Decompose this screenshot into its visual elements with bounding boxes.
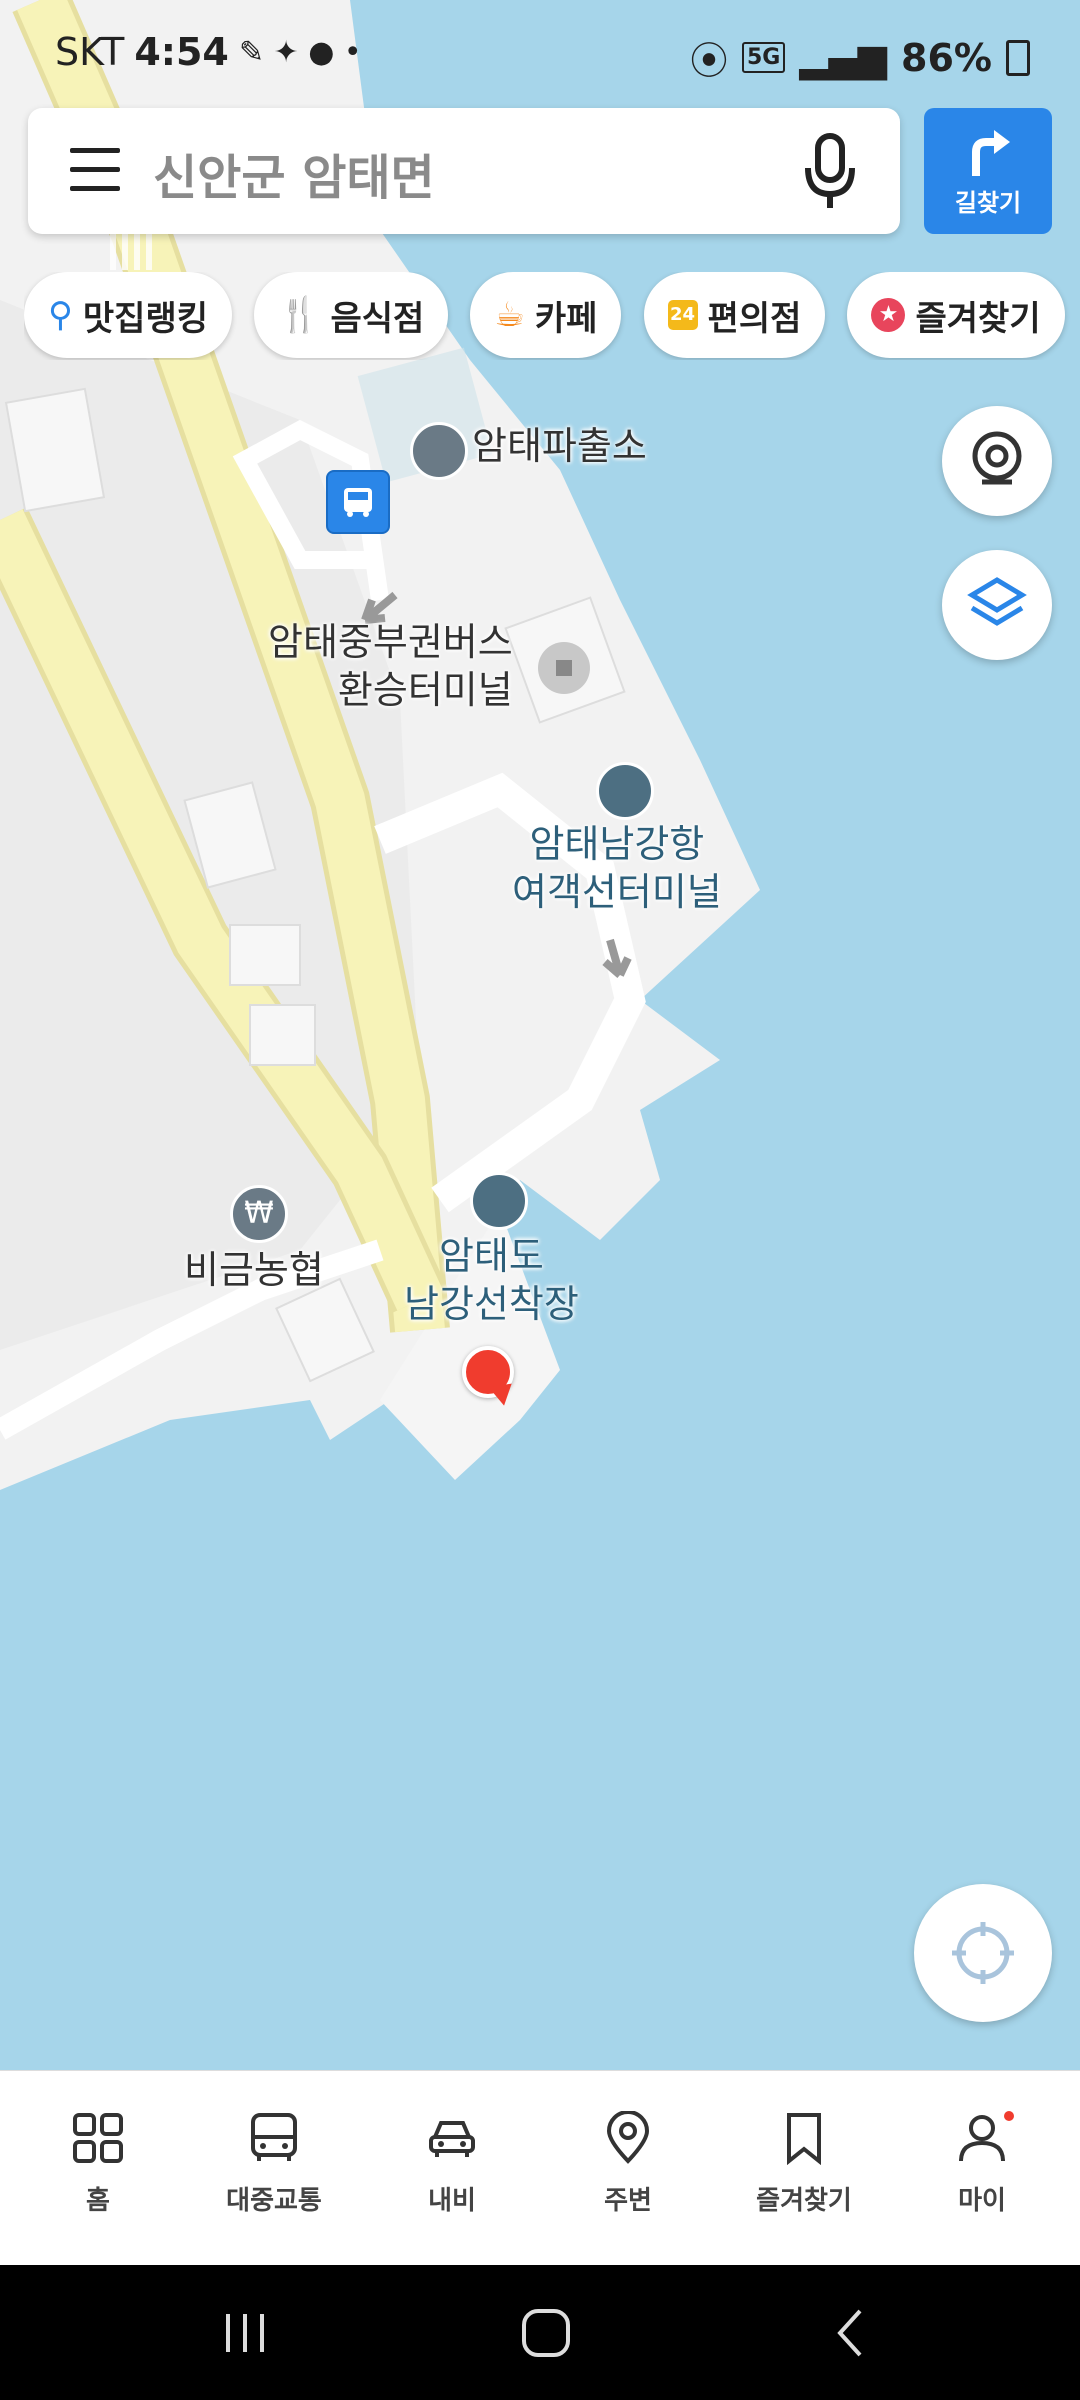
system-navigation-bar	[0, 2265, 1080, 2400]
status-bar: SKT 4:54 ✎ ✦ ● • ⦿ 5G ▂▄▆ 86%	[0, 0, 1080, 100]
search-bar[interactable]: 신안군 암태면	[28, 108, 900, 234]
restaurant-icon: 🍴	[278, 295, 321, 335]
map-label-bank[interactable]: 비금농협	[184, 1246, 324, 1294]
bus-stop-icon[interactable]	[326, 470, 390, 534]
nav-navigation-label: 내비	[428, 2186, 476, 2216]
nav-favorites[interactable]: 즐겨찾기	[734, 2111, 874, 2217]
location-status-icon: ⦿	[689, 39, 728, 83]
nav-nearby[interactable]: 주변	[558, 2110, 698, 2217]
chip-restaurant-ranking[interactable]: ⚲ 맛집랭킹	[24, 272, 233, 358]
layers-button[interactable]	[942, 550, 1052, 660]
notification-icons: ✎ ✦ ● •	[238, 34, 362, 70]
directions-label: 길찾기	[954, 189, 1022, 217]
chip-label: 맛집랭킹	[82, 298, 209, 339]
dock-line2: 남강선착장	[404, 1282, 579, 1326]
ferry-terminal-line1: 암태남강항	[529, 822, 705, 866]
bus-icon	[251, 2113, 297, 2161]
police-poi-icon[interactable]	[410, 422, 468, 480]
notification-dot	[1004, 2111, 1014, 2121]
ferry-terminal-line2: 여객선터미널	[512, 870, 722, 914]
person-icon	[959, 2115, 1005, 2162]
dock-poi-icon[interactable]	[470, 1172, 528, 1230]
nav-nearby-label: 주변	[604, 2186, 652, 2216]
street-view-button[interactable]	[942, 406, 1052, 516]
bus-terminal-line2: 환승터미널	[337, 668, 513, 712]
chip-cafe[interactable]: ☕ 카페	[470, 272, 622, 358]
nav-home[interactable]: 홈	[28, 2111, 168, 2217]
turn-right-arrow-icon	[972, 130, 1010, 176]
carrier: SKT	[55, 30, 125, 74]
nav-home-label: 홈	[86, 2186, 110, 2216]
microphone-icon[interactable]	[800, 132, 860, 212]
nav-my-label: 마이	[958, 2186, 1006, 2216]
terminal-poi-icon[interactable]	[538, 642, 590, 694]
menu-icon[interactable]	[70, 148, 120, 192]
back-icon[interactable]	[830, 2307, 870, 2359]
nav-transit[interactable]: 대중교통	[204, 2111, 344, 2217]
battery-percent: 86%	[901, 35, 992, 80]
car-icon	[429, 2121, 475, 2157]
my-location-button[interactable]	[914, 1884, 1052, 2022]
battery-icon	[1006, 39, 1030, 76]
ferry-poi-icon[interactable]	[596, 762, 654, 820]
chip-label: 즐겨찾기	[915, 298, 1041, 339]
map-pin-rank-icon: ⚲	[48, 295, 73, 335]
crosshair-icon	[952, 1922, 1014, 1984]
bookmark-icon	[787, 2113, 821, 2166]
bottom-navigation: 홈 대중교통 내비 주변 즐겨찾기 마이	[0, 2070, 1080, 2266]
nav-transit-label: 대중교통	[226, 2186, 322, 2216]
home-grid-icon	[73, 2113, 123, 2163]
clock: 4:54	[134, 30, 229, 74]
map-label-ferry-terminal[interactable]: 암태남강항 여객선터미널	[512, 820, 722, 916]
chip-label: 카페	[534, 298, 598, 339]
category-chips: ⚲ 맛집랭킹 🍴 음식점 ☕ 카페 24 편의점 ★ 즐겨찾기	[24, 272, 1080, 360]
star-icon: ★	[871, 298, 906, 332]
nav-favorites-label: 즐겨찾기	[756, 2186, 852, 2216]
layers-icon	[967, 577, 1027, 626]
signal-icon: ▂▄▆	[799, 35, 888, 80]
recent-apps-icon[interactable]	[220, 2310, 270, 2356]
chip-convenience-store[interactable]: 24 편의점	[643, 272, 826, 358]
chip-label: 음식점	[330, 298, 425, 339]
map-label-police[interactable]: 암태파출소	[472, 422, 647, 470]
bus-terminal-line1: 암태중부권버스	[268, 620, 513, 664]
chip-favorites[interactable]: ★ 즐겨찾기	[847, 272, 1065, 358]
chip-label: 편의점	[707, 298, 802, 339]
map-label-dock[interactable]: 암태도 남강선착장	[404, 1232, 579, 1328]
search-query[interactable]: 신안군 암태면	[153, 138, 435, 208]
bank-poi-icon[interactable]: ₩	[230, 1185, 288, 1243]
street-view-icon	[972, 431, 1022, 485]
home-icon[interactable]	[520, 2307, 572, 2359]
convenience-store-icon: 24	[667, 300, 698, 330]
cafe-icon: ☕	[494, 295, 525, 335]
directions-button[interactable]: 길찾기	[924, 108, 1052, 234]
location-pin-icon	[606, 2110, 650, 2164]
nav-my[interactable]: 마이	[912, 2111, 1052, 2217]
network-type: 5G	[741, 42, 786, 73]
nav-navigation[interactable]: 내비	[382, 2111, 522, 2217]
map-label-bus-terminal[interactable]: 암태중부권버스 환승터미널	[268, 618, 513, 714]
dock-line1: 암태도	[438, 1234, 544, 1278]
chip-restaurant[interactable]: 🍴 음식점	[254, 272, 449, 358]
